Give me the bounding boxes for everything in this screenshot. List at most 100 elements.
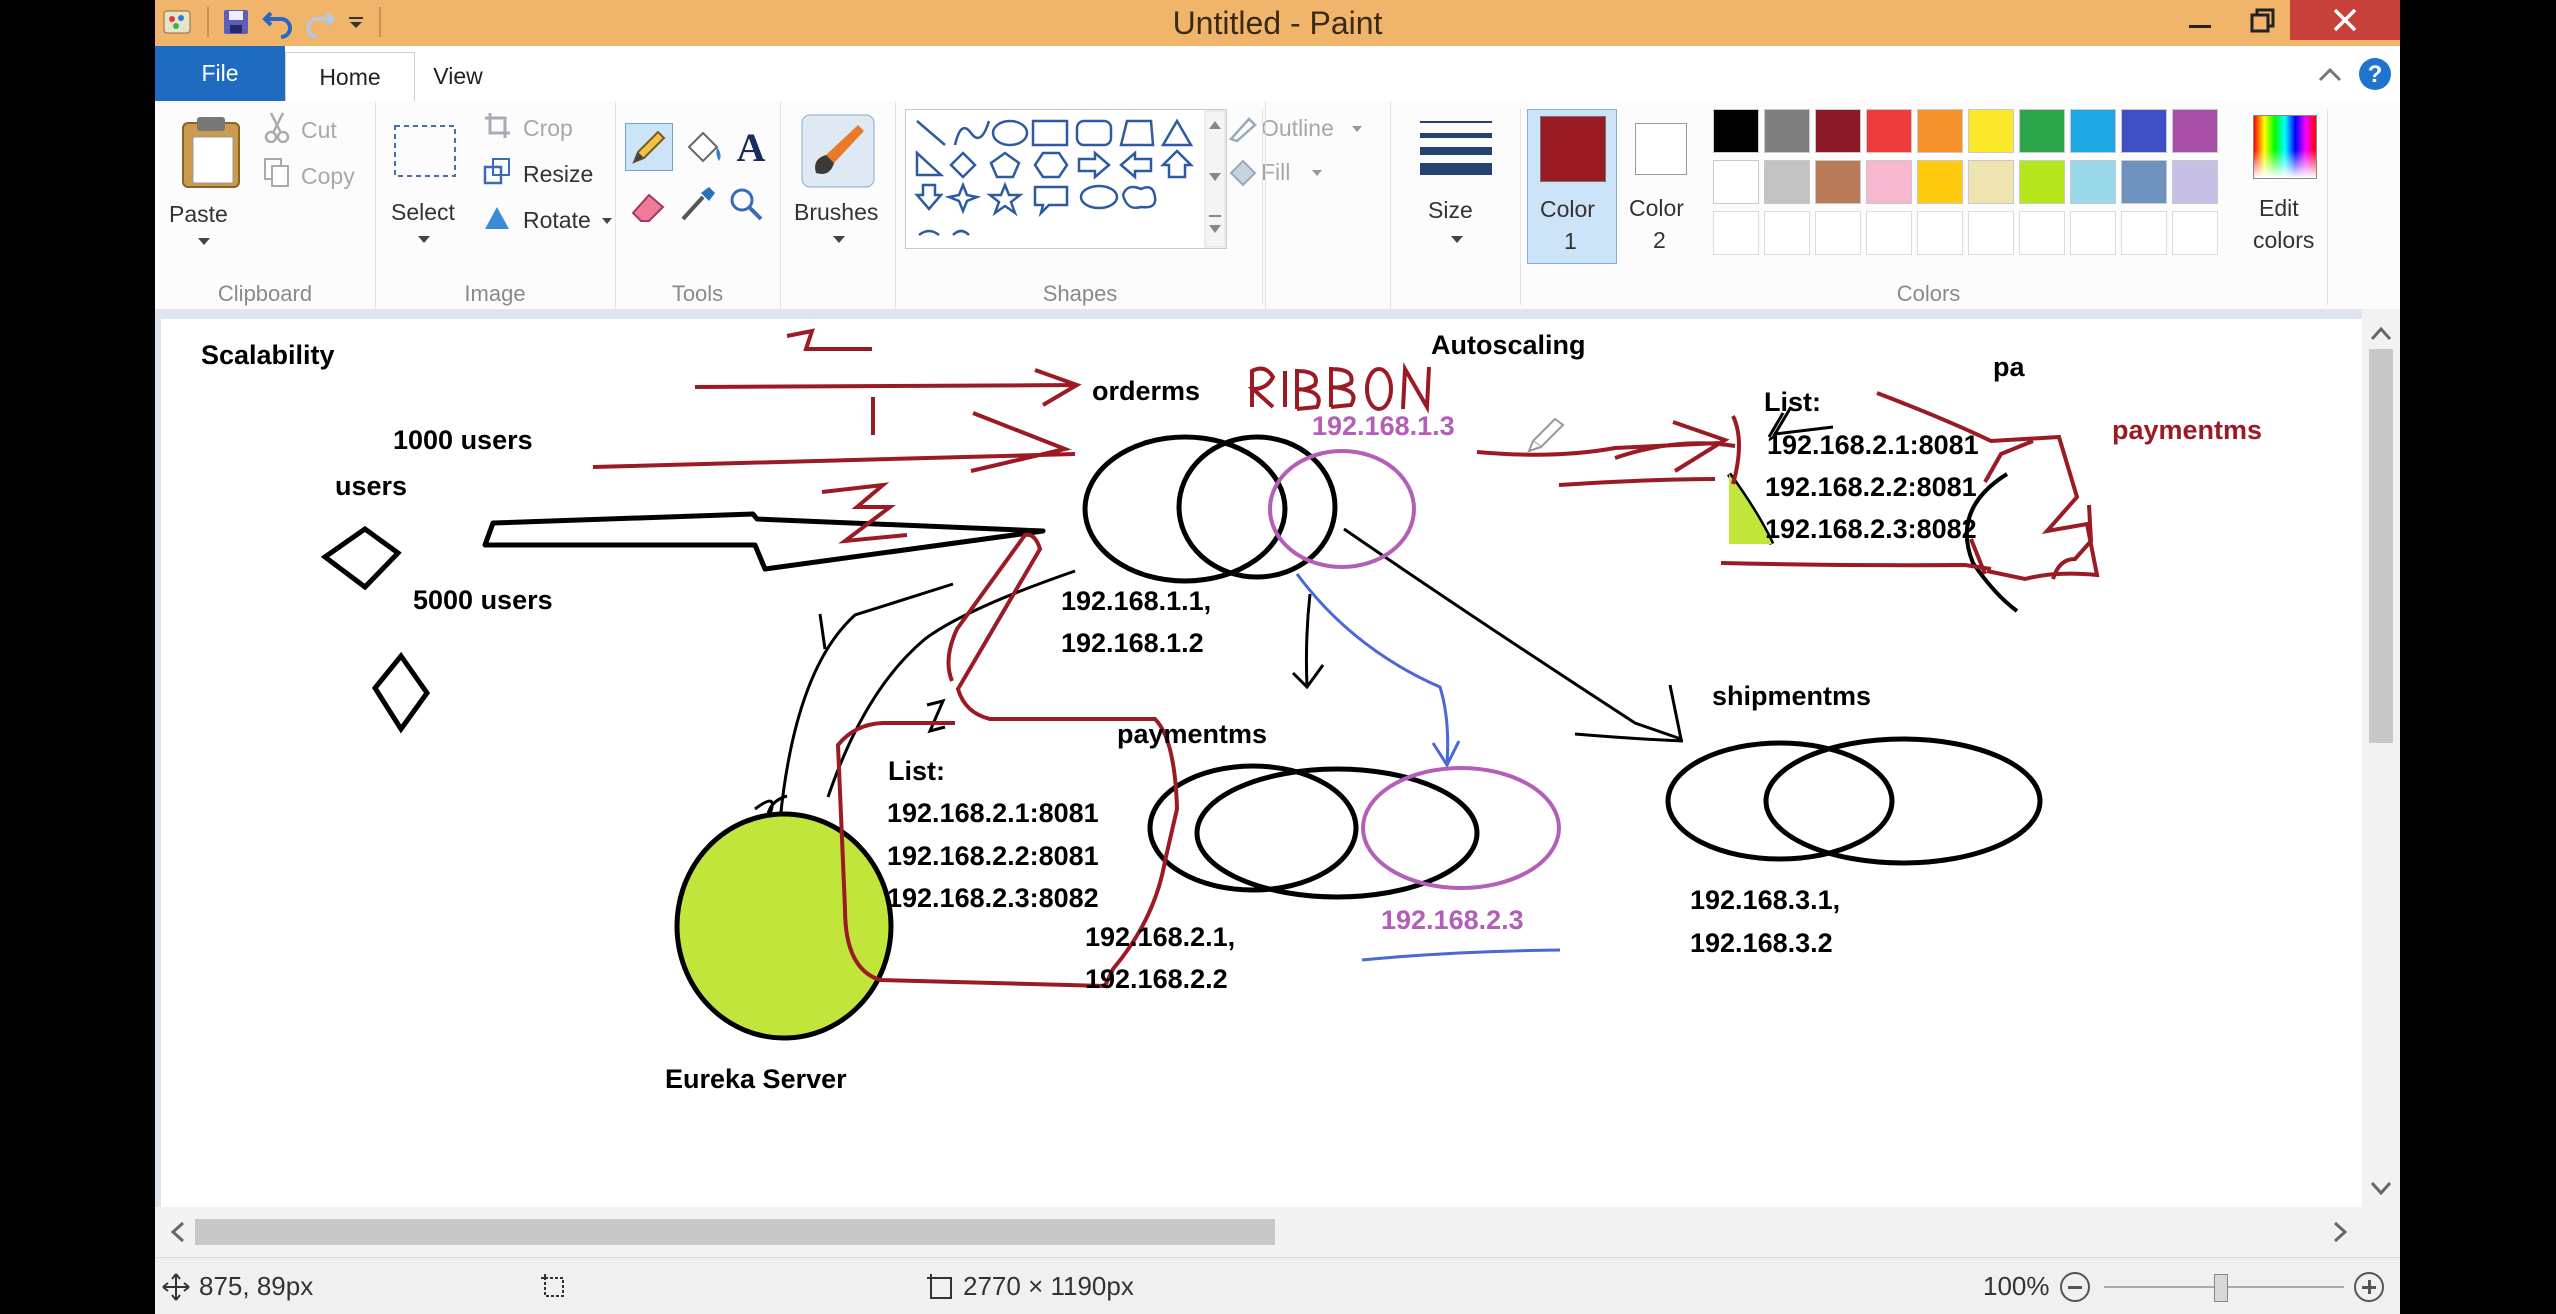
palette-swatch[interactable]	[1917, 211, 1963, 255]
zoom-slider[interactable]	[2103, 1270, 2344, 1304]
palette-swatch[interactable]	[1968, 109, 2014, 153]
zoom-slider-thumb[interactable]	[2213, 1273, 2228, 1302]
select-button[interactable]: Select	[385, 119, 465, 259]
palette-swatch[interactable]	[2172, 160, 2218, 204]
line-size-icon	[1420, 121, 1492, 175]
orderms-ip-2-text: 192.168.1.2	[1061, 628, 1204, 658]
orderms-ip-1-text: 192.168.1.1,	[1061, 586, 1211, 616]
scroll-down-icon[interactable]	[2362, 1173, 2400, 1203]
palette-swatch[interactable]	[1917, 160, 1963, 204]
palette-swatch[interactable]	[2019, 160, 2065, 204]
undo-icon[interactable]	[261, 5, 295, 39]
canvas-area[interactable]: Scalability 1000 users users 5000 users …	[155, 309, 2362, 1207]
outline-button[interactable]: Outline	[1227, 113, 1362, 147]
image-group: Select Crop Resize Rotate Image	[375, 101, 616, 309]
scroll-right-icon[interactable]	[2325, 1207, 2355, 1257]
palette-swatch[interactable]	[2019, 109, 2065, 153]
palette-swatch[interactable]	[2121, 160, 2167, 204]
color1-swatch	[1540, 116, 1606, 182]
outline-dropdown-icon[interactable]	[1351, 125, 1363, 135]
paint-app-icon[interactable]	[161, 5, 195, 39]
palette-swatch[interactable]	[1815, 160, 1861, 204]
list-right-item-3: 192.168.2.3:8082	[1765, 514, 1977, 544]
minimize-button[interactable]	[2165, 0, 2235, 40]
vertical-scrollbar[interactable]	[2362, 309, 2400, 1207]
crop-button[interactable]: Crop	[483, 111, 603, 147]
palette-swatch[interactable]	[2172, 211, 2218, 255]
color2-number: 2	[1653, 227, 1666, 253]
edit-colors-button[interactable]: Edit colors	[2239, 109, 2329, 269]
scroll-left-icon[interactable]	[163, 1207, 193, 1257]
palette-swatch[interactable]	[2121, 109, 2167, 153]
eraser-icon[interactable]	[627, 185, 669, 225]
palette-swatch[interactable]	[1713, 211, 1759, 255]
size-button[interactable]: Size	[1410, 113, 1500, 263]
palette-swatch[interactable]	[1713, 109, 1759, 153]
palette-swatch[interactable]	[2070, 109, 2116, 153]
copy-button[interactable]: Copy	[263, 157, 373, 193]
fill-bucket-icon[interactable]	[681, 125, 725, 169]
horizontal-scroll-thumb[interactable]	[195, 1219, 1275, 1245]
palette-swatch[interactable]	[1713, 160, 1759, 204]
color2-button[interactable]: Color 2	[1623, 109, 1703, 264]
cut-button[interactable]: Cut	[263, 111, 363, 147]
horizontal-scrollbar[interactable]	[155, 1207, 2400, 1257]
brushes-dropdown-icon[interactable]	[832, 235, 846, 245]
color-picker-icon[interactable]	[677, 183, 719, 225]
palette-swatch[interactable]	[1764, 160, 1810, 204]
fill-dropdown-icon[interactable]	[1311, 169, 1323, 179]
size-dropdown-icon[interactable]	[1450, 235, 1464, 245]
palette-swatch[interactable]	[1917, 109, 1963, 153]
shapes-group-divider	[1262, 109, 1263, 305]
shapes-gallery[interactable]	[905, 109, 1227, 249]
rotate-dropdown-icon[interactable]	[601, 217, 613, 227]
paste-dropdown-icon[interactable]	[197, 237, 211, 247]
palette-swatch[interactable]	[1866, 211, 1912, 255]
palette-swatch[interactable]	[1968, 211, 2014, 255]
drawing-canvas[interactable]: Scalability 1000 users users 5000 users …	[155, 309, 2362, 1207]
palette-swatch[interactable]	[2121, 211, 2167, 255]
restore-button[interactable]	[2227, 0, 2297, 40]
zoom-out-icon[interactable]	[2058, 1270, 2092, 1304]
palette-swatch[interactable]	[2019, 211, 2065, 255]
brushes-button[interactable]: Brushes	[788, 107, 888, 267]
help-icon[interactable]: ?	[2357, 56, 2393, 92]
vertical-scroll-thumb[interactable]	[2369, 349, 2393, 743]
palette-swatch[interactable]	[1968, 160, 2014, 204]
palette-swatch[interactable]	[1815, 211, 1861, 255]
scroll-up-icon[interactable]	[2362, 319, 2400, 349]
palette-swatch[interactable]	[1764, 211, 1810, 255]
palette-swatch[interactable]	[1866, 109, 1912, 153]
users-1000-text: 1000 users	[393, 425, 533, 455]
palette-swatch[interactable]	[2172, 109, 2218, 153]
resize-button[interactable]: Resize	[483, 157, 613, 193]
palette-swatch[interactable]	[1764, 109, 1810, 153]
rotate-button[interactable]: Rotate	[483, 203, 613, 239]
text-icon[interactable]: A	[729, 121, 773, 169]
shipment-ip-1-text: 192.168.3.1,	[1690, 885, 1840, 915]
magnifier-icon[interactable]	[725, 183, 767, 225]
tab-home[interactable]: Home	[285, 52, 415, 102]
list-left-item-2: 192.168.2.2:8081	[887, 841, 1099, 871]
copy-label: Copy	[301, 163, 355, 189]
selection-size-icon	[541, 1273, 564, 1297]
palette-swatch[interactable]	[2070, 211, 2116, 255]
restore-icon	[2250, 8, 2275, 33]
zoom-in-icon[interactable]	[2352, 1270, 2386, 1304]
palette-swatch[interactable]	[1866, 160, 1912, 204]
close-button[interactable]	[2290, 0, 2400, 40]
minimize-ribbon-icon[interactable]	[2315, 60, 2345, 90]
fill-button[interactable]: Fill	[1227, 157, 1337, 191]
desktop: Untitled - Paint File Home View ? Paste …	[0, 0, 2556, 1314]
select-dropdown-icon[interactable]	[417, 235, 431, 245]
tab-view[interactable]: View	[413, 52, 503, 101]
palette-swatch[interactable]	[1815, 109, 1861, 153]
pencil-tool[interactable]	[625, 123, 673, 171]
palette-swatch[interactable]	[2070, 160, 2116, 204]
customize-qat-icon[interactable]	[343, 9, 369, 35]
color1-button[interactable]: Color 1	[1527, 109, 1617, 264]
save-icon[interactable]	[221, 7, 251, 37]
tab-file[interactable]: File	[155, 46, 285, 101]
paste-button[interactable]: Paste	[167, 109, 257, 259]
redo-icon[interactable]	[303, 5, 337, 39]
